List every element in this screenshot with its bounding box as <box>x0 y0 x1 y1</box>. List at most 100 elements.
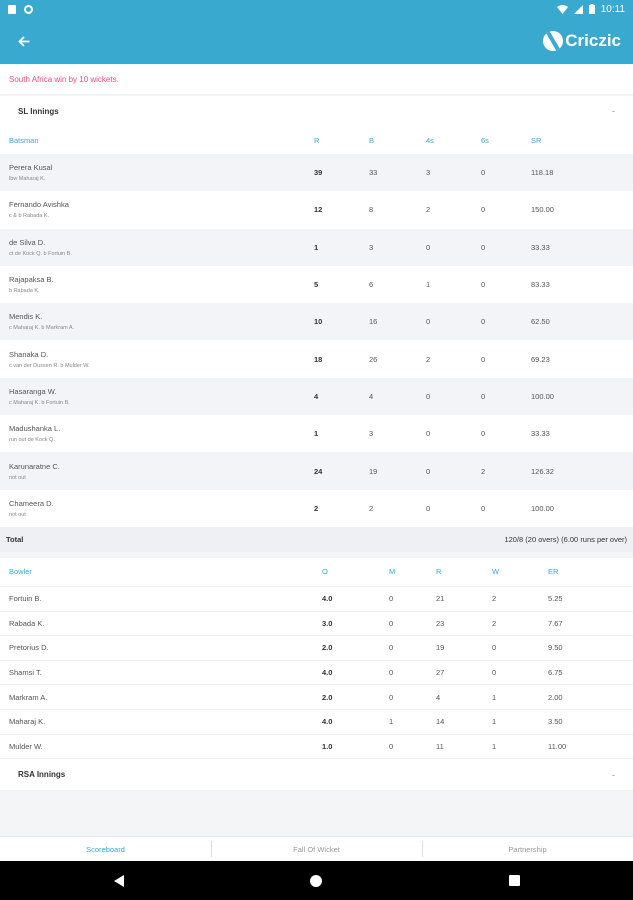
header-batsman: Batsman <box>9 135 39 145</box>
batsman-name: Perera Kusal <box>9 163 53 173</box>
rsa-innings-title: RSA Innings <box>18 770 66 780</box>
dismissal: c Maharaj K. b Fortuin B. <box>9 399 70 406</box>
balls: 6 <box>369 280 374 290</box>
nav-home-button[interactable] <box>304 869 328 893</box>
notification-icon <box>8 4 16 14</box>
runs: 24 <box>314 466 323 476</box>
maidens: 0 <box>389 618 394 628</box>
batsman-name: Fernando Avishka <box>9 200 69 210</box>
table-row: Mendis K. c Maharaj K. b Markram A. 10 16 0 0… <box>0 303 633 341</box>
wickets: 1 <box>492 692 497 702</box>
sixes: 0 <box>481 391 486 401</box>
match-result: South Africa win by 10 wickets. <box>0 64 633 94</box>
sixes: 0 <box>481 168 486 178</box>
dismissal: run out de Kock Q. <box>9 437 55 444</box>
runs: 18 <box>314 354 323 364</box>
batting-rows: Perera Kusal lbw Maharaj K. 39 33 3 0 118.18 F… <box>0 154 633 527</box>
runs-conceded: 11 <box>436 741 444 751</box>
table-row: Fortuin B. 4.0 0 21 2 5.25 <box>0 585 633 611</box>
dismissal: c Maharaj K. b Markram A. <box>9 325 75 332</box>
nav-back-button[interactable] <box>107 869 131 893</box>
table-row: Shanaka D. c van der Dussen R. b Mulder W… <box>0 340 633 377</box>
total-value: 120/8 (20 overs) (6.00 runs per over) <box>504 534 627 544</box>
tab-scoreboard[interactable]: Scoreboard <box>0 845 211 854</box>
economy: 11.00 <box>548 741 567 751</box>
header-maidens: M <box>389 567 396 577</box>
runs: 1 <box>314 242 319 252</box>
strike-rate: 100.00 <box>531 503 554 513</box>
balls: 3 <box>369 242 374 252</box>
runs: 10 <box>314 317 323 327</box>
status-bar: 10:11 <box>0 0 633 18</box>
overs: 4.0 <box>322 717 333 727</box>
overs: 2.0 <box>322 692 333 702</box>
table-row: Perera Kusal lbw Maharaj K. 39 33 3 0 118.18 <box>0 154 633 192</box>
batsman-name: Madushanka L. <box>9 424 61 434</box>
batsman-name: Karunaratne C. <box>9 461 60 471</box>
balls: 19 <box>369 466 378 476</box>
wickets: 1 <box>492 717 497 727</box>
fours: 2 <box>426 354 431 364</box>
total-label: Total <box>6 534 24 544</box>
maidens: 0 <box>389 643 394 653</box>
maidens: 1 <box>389 717 394 727</box>
runs: 4 <box>314 391 319 401</box>
back-triangle-icon <box>113 874 124 887</box>
fours: 0 <box>426 317 431 327</box>
back-button[interactable] <box>12 29 36 53</box>
cricket-ball-icon <box>543 31 564 51</box>
sixes: 0 <box>481 280 486 290</box>
sl-innings-header[interactable]: SL Innings - <box>0 96 633 126</box>
strike-rate: 150.00 <box>531 205 554 215</box>
sixes: 0 <box>481 354 486 364</box>
tab-fall-of-wicket[interactable]: Fall Of Wicket <box>211 840 422 857</box>
strike-rate: 126.32 <box>531 466 554 476</box>
balls: 33 <box>369 168 378 178</box>
batsman-name: Chameera D. <box>9 498 54 508</box>
wifi-icon <box>556 4 568 14</box>
economy: 7.67 <box>548 618 563 628</box>
wickets: 2 <box>492 618 497 628</box>
batting-table: Batsman R B 4s 6s SR Perera Kusal lbw Mah… <box>0 126 633 527</box>
status-time: 10:11 <box>600 3 625 15</box>
batsman-name: Hasaranga W. <box>9 386 57 396</box>
rsa-innings-header[interactable]: RSA Innings - <box>0 758 633 791</box>
bowler-name: Mulder W. <box>9 741 43 751</box>
nav-recents-button[interactable] <box>502 869 526 893</box>
system-nav-bar <box>0 861 633 900</box>
arrow-left-icon <box>18 35 30 47</box>
balls: 16 <box>369 317 378 327</box>
dismissal: ct de Kock Q. b Fortuin B. <box>9 250 72 257</box>
recents-square-icon <box>508 875 520 886</box>
table-row: Shamsi T. 4.0 0 27 0 6.75 <box>0 659 633 685</box>
sixes: 0 <box>481 317 486 327</box>
header-fours: 4s <box>426 135 434 145</box>
dismissal: not out <box>9 474 26 481</box>
fours: 1 <box>426 280 431 290</box>
maidens: 0 <box>389 668 394 678</box>
strike-rate: 33.33 <box>531 242 550 252</box>
table-row: Fernando Avishka c & b Rabada K. 12 8 2 0 150.… <box>0 191 633 228</box>
dismissal: c van der Dussen R. b Mulder W. <box>9 362 90 369</box>
maidens: 0 <box>389 741 394 751</box>
sixes: 0 <box>481 429 486 439</box>
tab-partnership[interactable]: Partnership <box>422 840 633 857</box>
fours: 2 <box>426 205 431 215</box>
collapse-icon[interactable]: - <box>612 770 615 780</box>
balls: 2 <box>369 503 374 513</box>
strike-rate: 83.33 <box>531 280 550 290</box>
runs: 5 <box>314 280 319 290</box>
sl-innings-title: SL Innings <box>18 106 59 116</box>
overs: 3.0 <box>322 618 333 628</box>
app-bar: Criczic <box>0 18 633 64</box>
table-row: Maharaj K. 4.0 1 14 1 3.50 <box>0 708 633 734</box>
table-row: Karunaratne C. not out 24 19 0 2 126.32 <box>0 452 633 490</box>
collapse-icon[interactable]: - <box>612 106 615 116</box>
overs: 1.0 <box>322 741 333 751</box>
table-row: Rajapaksa B. b Rabada K. 5 6 1 0 83.33 <box>0 266 633 303</box>
bowling-table: Bowler O M R W ER Fortuin B. 4.0 0 21 2 5.25 … <box>0 557 633 759</box>
battery-icon <box>588 4 595 14</box>
fours: 0 <box>426 503 431 513</box>
table-row: Madushanka L. run out de Kock Q. 1 3 0 0 33.33 <box>0 415 633 452</box>
header-strike-rate: SR <box>531 135 542 145</box>
